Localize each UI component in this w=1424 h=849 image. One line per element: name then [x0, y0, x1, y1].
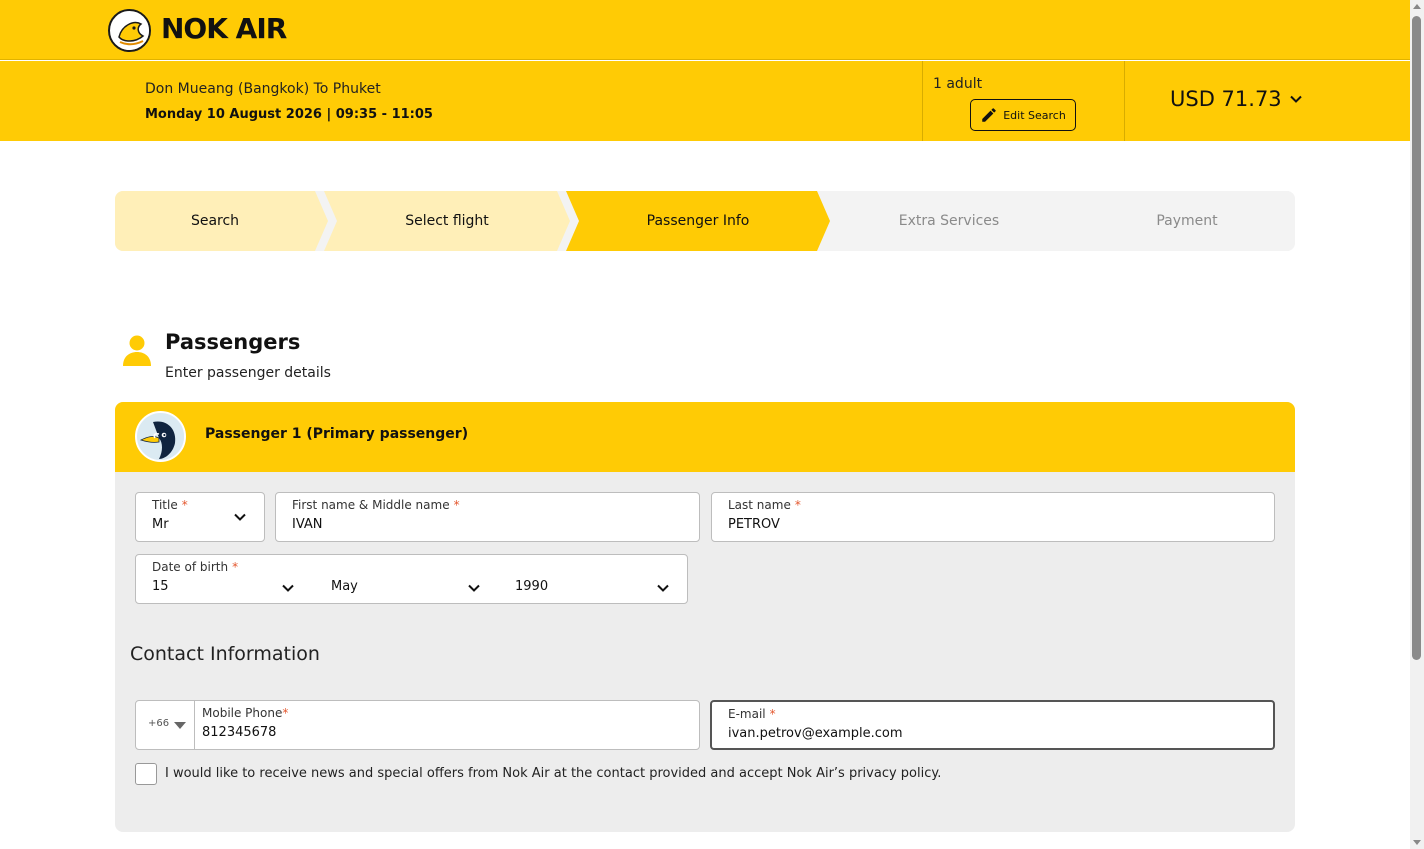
flight-summary-bar: Don Mueang (Bangkok) To Phuket Monday 10…: [0, 61, 1410, 141]
chevron-down-icon: [234, 513, 246, 521]
nok-air-logo-icon[interactable]: [108, 9, 151, 52]
passenger-card: Passenger 1 (Primary passenger) Title * M…: [115, 402, 1295, 832]
mobile-phone-label: Mobile Phone*: [202, 706, 289, 720]
step-extra-services: Extra Services: [898, 213, 1000, 229]
last-name-label: Last name *: [728, 498, 801, 512]
dob-month-select[interactable]: May: [315, 555, 495, 603]
step-payment: Payment: [1156, 213, 1218, 229]
title-select[interactable]: Title * Mr: [135, 492, 265, 542]
chevron-down-icon: [657, 584, 669, 592]
email-field[interactable]: E-mail * ivan.petrov@example.com: [710, 700, 1275, 750]
date-of-birth-field: Date of birth * 15 May 1990: [135, 554, 688, 604]
title-label: Title *: [152, 498, 188, 512]
summary-divider: [922, 61, 923, 141]
mobile-phone-value: 812345678: [202, 725, 277, 740]
last-name-field[interactable]: Last name * PETROV: [711, 492, 1275, 542]
chevron-down-icon: [1289, 95, 1302, 103]
flight-datetime: Monday 10 August 2026 | 09:35 - 11:05: [145, 107, 433, 122]
title-value: Mr: [152, 517, 169, 532]
marketing-consent-checkbox[interactable]: [135, 763, 157, 785]
mobile-phone-group: +66 Mobile Phone* 812345678: [135, 700, 700, 750]
passenger-card-title: Passenger 1 (Primary passenger): [205, 426, 469, 442]
person-icon: [123, 335, 151, 366]
total-price-toggle[interactable]: USD 71.73: [1170, 87, 1304, 111]
scroll-down-arrow-icon[interactable]: [1413, 840, 1421, 845]
dob-year-value: 1990: [515, 579, 549, 594]
first-name-value: IVAN: [292, 517, 323, 532]
section-subtitle: Enter passenger details: [165, 365, 331, 381]
dob-day-select[interactable]: 15: [136, 555, 311, 603]
email-label: E-mail *: [728, 707, 776, 721]
dob-month-value: May: [331, 579, 358, 594]
last-name-value: PETROV: [728, 517, 780, 532]
booking-progress-stepper: Search Select flight Passenger Info Extr…: [115, 191, 1295, 251]
bird-avatar-icon: [135, 411, 186, 462]
first-name-label: First name & Middle name *: [292, 498, 460, 512]
brand-name: NOK AIR: [161, 12, 287, 45]
email-value: ivan.petrov@example.com: [728, 726, 903, 741]
scrollbar-thumb[interactable]: [1412, 16, 1421, 660]
summary-divider: [1124, 61, 1125, 141]
marketing-consent-label: I would like to receive news and special…: [165, 766, 942, 781]
top-header: NOK AIR: [0, 0, 1410, 60]
first-name-field[interactable]: First name & Middle name * IVAN: [275, 492, 700, 542]
chevron-down-icon: [282, 584, 294, 592]
mobile-phone-input[interactable]: Mobile Phone* 812345678: [195, 701, 699, 749]
passenger-count: 1 adult: [933, 76, 983, 92]
country-code-value: +66: [148, 718, 170, 729]
edit-search-button[interactable]: Edit Search: [970, 99, 1076, 131]
dob-year-select[interactable]: 1990: [499, 555, 687, 603]
section-title: Passengers: [165, 330, 301, 354]
edit-search-label: Edit Search: [1003, 108, 1066, 122]
passenger-card-header: Passenger 1 (Primary passenger): [115, 402, 1295, 472]
country-code-select[interactable]: +66: [136, 701, 195, 749]
route-text: Don Mueang (Bangkok) To Phuket: [145, 81, 381, 97]
step-passenger-info[interactable]: Passenger Info: [579, 191, 817, 251]
caret-down-icon: [174, 722, 186, 729]
dob-day-value: 15: [152, 579, 169, 594]
chevron-down-icon: [468, 584, 480, 592]
total-price: USD 71.73: [1170, 87, 1282, 111]
contact-section-title: Contact Information: [130, 643, 320, 665]
pencil-icon: [982, 108, 996, 122]
step-select-flight[interactable]: Select flight: [337, 191, 557, 251]
step-search[interactable]: Search: [115, 191, 315, 251]
scroll-up-arrow-icon[interactable]: [1413, 4, 1421, 9]
